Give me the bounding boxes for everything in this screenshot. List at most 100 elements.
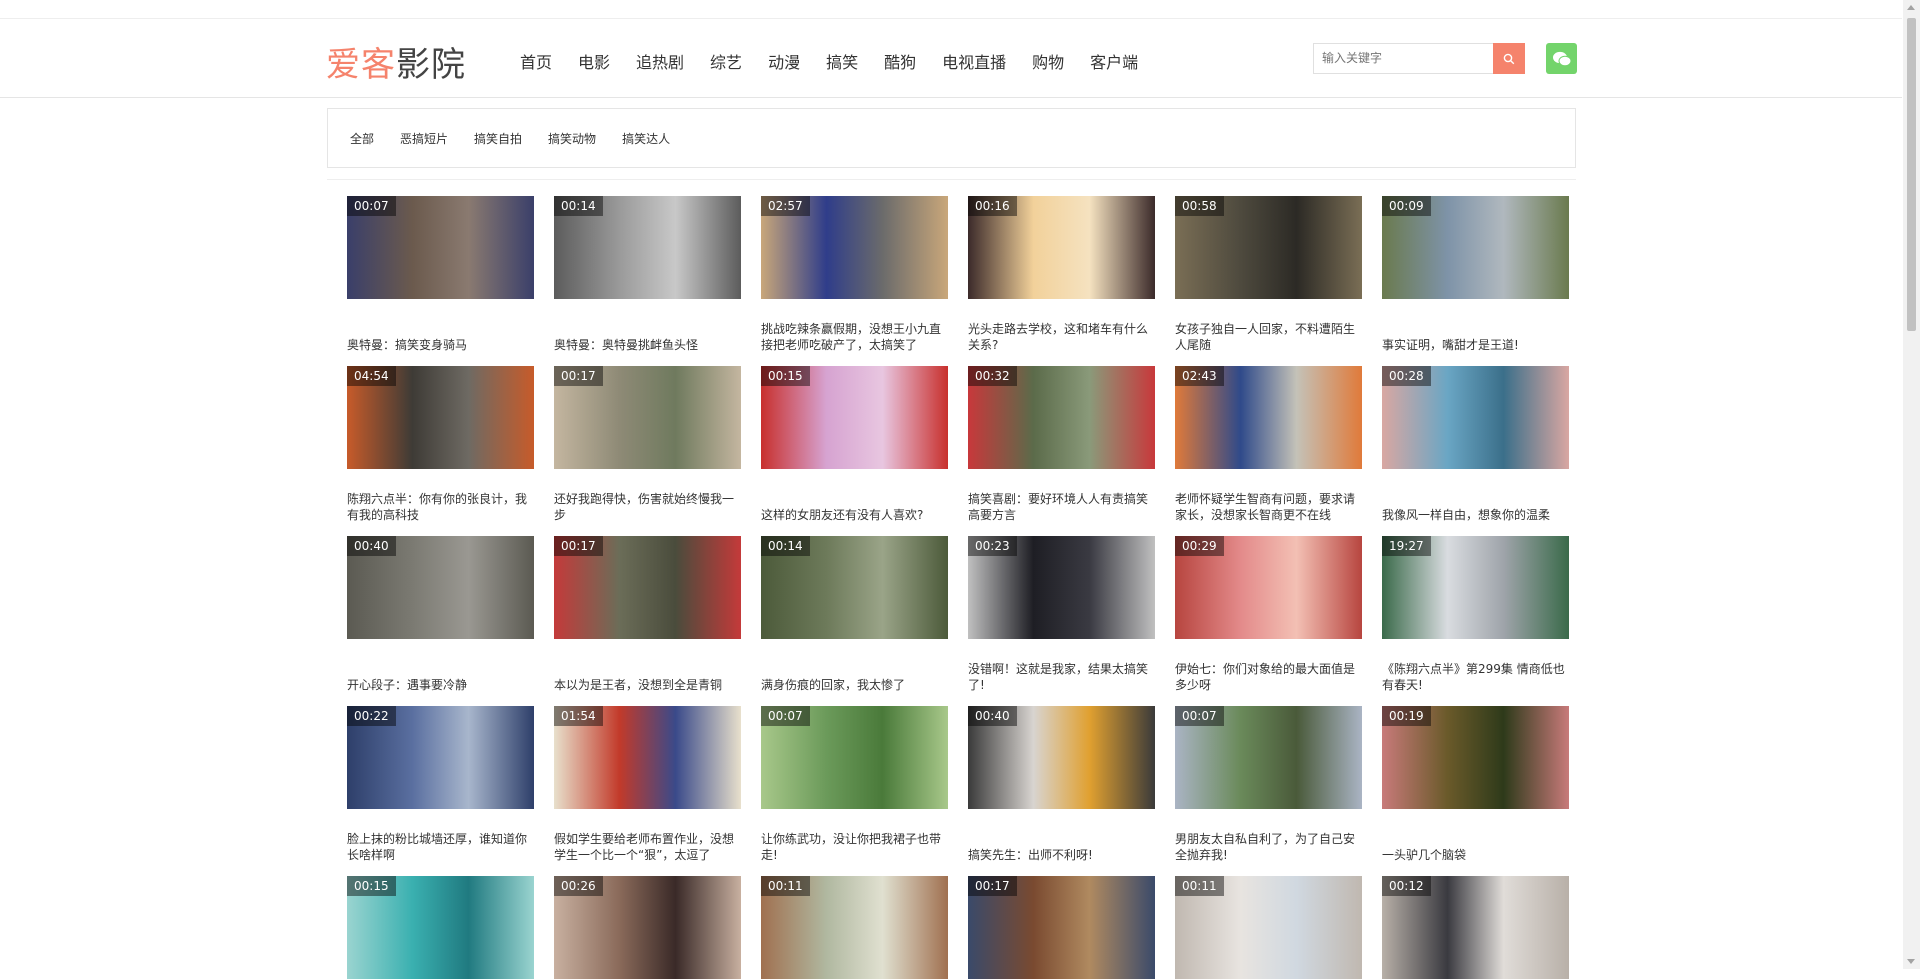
video-title[interactable]: 假如学生要给老师布置作业，没想学生一个比一个“狠”，太逗了 xyxy=(554,831,741,863)
filter-all[interactable]: 全部 xyxy=(350,130,374,147)
video-title[interactable]: 本以为是王者，没想到全是青铜 xyxy=(554,677,722,693)
video-card[interactable]: 04:54 陈翔六点半：你有你的张良计，我有我的高科技 xyxy=(347,366,534,522)
video-card[interactable]: 00:40 搞笑先生：出师不利呀! xyxy=(968,706,1155,862)
video-card[interactable]: 01:54 假如学生要给老师布置作业，没想学生一个比一个“狠”，太逗了 xyxy=(554,706,741,862)
video-card[interactable]: 00:07 让你练武功，没让你把我裙子也带走! xyxy=(761,706,948,862)
nav-item-movies[interactable]: 电影 xyxy=(578,49,610,73)
video-thumbnail[interactable]: 00:11 xyxy=(761,876,948,979)
video-thumbnail[interactable]: 19:27 xyxy=(1382,536,1569,639)
video-card[interactable]: 00:28 我像风一样自由，想象你的温柔 xyxy=(1382,366,1569,522)
video-card[interactable]: 00:15 这样的女朋友还有没有人喜欢? xyxy=(761,366,948,522)
video-card[interactable]: 00:09 事实证明，嘴甜才是王道! xyxy=(1382,196,1569,352)
video-thumbnail[interactable]: 00:15 xyxy=(761,366,948,469)
site-logo[interactable]: 爱客影院 xyxy=(326,37,466,86)
video-title[interactable]: 男朋友太自私自利了，为了自己安全抛弃我! xyxy=(1175,831,1362,863)
video-title[interactable]: 事实证明，嘴甜才是王道! xyxy=(1382,337,1519,353)
video-title[interactable]: 陈翔六点半：你有你的张良计，我有我的高科技 xyxy=(347,491,534,523)
video-card[interactable]: 00:07 奥特曼：搞笑变身骑马 xyxy=(347,196,534,352)
video-thumbnail[interactable]: 04:54 xyxy=(347,366,534,469)
video-thumbnail[interactable]: 00:40 xyxy=(968,706,1155,809)
video-title[interactable]: 《陈翔六点半》第299集 情商低也有春天! xyxy=(1382,661,1569,693)
nav-item-anime[interactable]: 动漫 xyxy=(768,49,800,73)
filter-funny-experts[interactable]: 搞笑达人 xyxy=(622,130,670,147)
video-card[interactable]: 00:12 xyxy=(1382,876,1569,979)
video-title[interactable]: 脸上抹的粉比城墙还厚，谁知道你长啥样啊 xyxy=(347,831,534,863)
video-thumbnail[interactable]: 02:57 xyxy=(761,196,948,299)
video-thumbnail[interactable]: 00:07 xyxy=(347,196,534,299)
video-card[interactable]: 00:17 本以为是王者，没想到全是青铜 xyxy=(554,536,741,692)
video-card[interactable]: 00:16 光头走路去学校，这和堵车有什么关系? xyxy=(968,196,1155,352)
nav-item-dramas[interactable]: 追热剧 xyxy=(636,49,684,73)
video-title[interactable]: 女孩子独自一人回家，不料遭陌生人尾随 xyxy=(1175,321,1362,353)
video-card[interactable]: 19:27 《陈翔六点半》第299集 情商低也有春天! xyxy=(1382,536,1569,692)
video-title[interactable]: 搞笑先生：出师不利呀! xyxy=(968,847,1093,863)
video-thumbnail[interactable]: 00:17 xyxy=(554,366,741,469)
scroll-up-arrow-icon[interactable] xyxy=(1907,5,1915,10)
video-card[interactable]: 00:58 女孩子独自一人回家，不料遭陌生人尾随 xyxy=(1175,196,1362,352)
video-thumbnail[interactable]: 00:58 xyxy=(1175,196,1362,299)
video-title[interactable]: 这样的女朋友还有没有人喜欢? xyxy=(761,507,923,523)
video-title[interactable]: 我像风一样自由，想象你的温柔 xyxy=(1382,507,1550,523)
video-thumbnail[interactable]: 00:07 xyxy=(761,706,948,809)
video-thumbnail[interactable]: 00:32 xyxy=(968,366,1155,469)
video-title[interactable]: 开心段子：遇事要冷静 xyxy=(347,677,467,693)
video-title[interactable]: 奥特曼：搞笑变身骑马 xyxy=(347,337,467,353)
video-thumbnail[interactable]: 00:14 xyxy=(554,196,741,299)
video-thumbnail[interactable]: 00:15 xyxy=(347,876,534,979)
video-card[interactable]: 00:23 没错啊！这就是我家，结果太搞笑了! xyxy=(968,536,1155,692)
video-title[interactable]: 搞笑喜剧：要好环境人人有责搞笑高要方言 xyxy=(968,491,1155,523)
video-title[interactable]: 让你练武功，没让你把我裙子也带走! xyxy=(761,831,948,863)
video-title[interactable]: 伊始七：你们对象给的最大面值是多少呀 xyxy=(1175,661,1362,693)
video-card[interactable]: 00:29 伊始七：你们对象给的最大面值是多少呀 xyxy=(1175,536,1362,692)
search-input[interactable] xyxy=(1314,44,1500,72)
video-card[interactable]: 00:14 满身伤痕的回家，我太惨了 xyxy=(761,536,948,692)
video-thumbnail[interactable]: 00:19 xyxy=(1382,706,1569,809)
video-thumbnail[interactable]: 00:22 xyxy=(347,706,534,809)
video-card[interactable]: 00:15 xyxy=(347,876,534,979)
video-card[interactable]: 00:11 xyxy=(761,876,948,979)
scrollbar-thumb[interactable] xyxy=(1907,18,1916,331)
video-thumbnail[interactable]: 00:28 xyxy=(1382,366,1569,469)
video-thumbnail[interactable]: 00:26 xyxy=(554,876,741,979)
video-thumbnail[interactable]: 00:11 xyxy=(1175,876,1362,979)
video-thumbnail[interactable]: 00:17 xyxy=(968,876,1155,979)
video-thumbnail[interactable]: 00:12 xyxy=(1382,876,1569,979)
search-button[interactable] xyxy=(1493,43,1525,74)
video-thumbnail[interactable]: 00:07 xyxy=(1175,706,1362,809)
nav-item-shopping[interactable]: 购物 xyxy=(1032,49,1064,73)
nav-item-variety[interactable]: 综艺 xyxy=(710,49,742,73)
video-title[interactable]: 光头走路去学校，这和堵车有什么关系? xyxy=(968,321,1155,353)
video-card[interactable]: 02:57 挑战吃辣条赢假期，没想王小九直接把老师吃破产了，太搞笑了 xyxy=(761,196,948,352)
video-card[interactable]: 00:17 xyxy=(968,876,1155,979)
video-thumbnail[interactable]: 00:23 xyxy=(968,536,1155,639)
page-scrollbar[interactable] xyxy=(1903,0,1920,969)
video-title[interactable]: 满身伤痕的回家，我太惨了 xyxy=(761,677,905,693)
nav-item-tv-live[interactable]: 电视直播 xyxy=(942,49,1006,73)
video-title[interactable]: 一头驴几个脑袋 xyxy=(1382,847,1466,863)
video-card[interactable]: 00:14 奥特曼：奥特曼挑衅鱼头怪 xyxy=(554,196,741,352)
scroll-down-arrow-icon[interactable] xyxy=(1907,959,1915,964)
nav-item-home[interactable]: 首页 xyxy=(520,49,552,73)
video-thumbnail[interactable]: 01:54 xyxy=(554,706,741,809)
video-card[interactable]: 00:19 一头驴几个脑袋 xyxy=(1382,706,1569,862)
wechat-button[interactable] xyxy=(1546,43,1577,74)
video-card[interactable]: 00:11 xyxy=(1175,876,1362,979)
video-card[interactable]: 00:07 男朋友太自私自利了，为了自己安全抛弃我! xyxy=(1175,706,1362,862)
video-card[interactable]: 00:17 还好我跑得快，伤害就始终慢我一步 xyxy=(554,366,741,522)
video-thumbnail[interactable]: 00:14 xyxy=(761,536,948,639)
video-card[interactable]: 00:40 开心段子：遇事要冷静 xyxy=(347,536,534,692)
filter-spoof-shorts[interactable]: 恶搞短片 xyxy=(400,130,448,147)
nav-item-funny[interactable]: 搞笑 xyxy=(826,49,858,73)
video-card[interactable]: 02:43 老师怀疑学生智商有问题，要求请家长，没想家长智商更不在线 xyxy=(1175,366,1362,522)
video-thumbnail[interactable]: 00:40 xyxy=(347,536,534,639)
video-title[interactable]: 挑战吃辣条赢假期，没想王小九直接把老师吃破产了，太搞笑了 xyxy=(761,321,948,353)
video-title[interactable]: 老师怀疑学生智商有问题，要求请家长，没想家长智商更不在线 xyxy=(1175,491,1362,523)
nav-item-client[interactable]: 客户端 xyxy=(1090,49,1138,73)
video-card[interactable]: 00:26 xyxy=(554,876,741,979)
video-card[interactable]: 00:32 搞笑喜剧：要好环境人人有责搞笑高要方言 xyxy=(968,366,1155,522)
video-title[interactable]: 还好我跑得快，伤害就始终慢我一步 xyxy=(554,491,741,523)
nav-item-kugou[interactable]: 酷狗 xyxy=(884,49,916,73)
video-card[interactable]: 00:22 脸上抹的粉比城墙还厚，谁知道你长啥样啊 xyxy=(347,706,534,862)
video-thumbnail[interactable]: 00:16 xyxy=(968,196,1155,299)
video-thumbnail[interactable]: 02:43 xyxy=(1175,366,1362,469)
